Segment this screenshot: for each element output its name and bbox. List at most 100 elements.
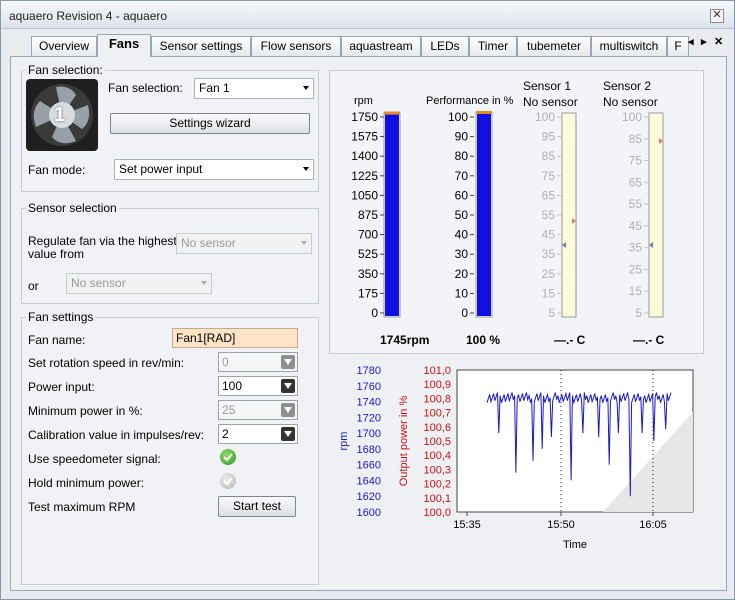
rpm-tick-label: 175 [358,286,378,300]
x-tick-label: 16:05 [639,519,667,531]
checkmark-icon [223,453,233,462]
left-axis-tick-label: 1700 [357,428,381,440]
sensor-selection-group: Sensor selection Regulate fan via the hi… [21,201,319,304]
sensor2-tick-label: 15 [629,284,643,298]
title-bar: aquaero Revision 4 - aquaero ✕ [1,1,734,29]
perf-tick-label: 60 [455,188,469,202]
right-axis-tick-label: 100,5 [423,436,451,448]
perf-tick-label: 10 [455,286,469,300]
tab-scroll-left-icon[interactable]: ◂ [688,35,694,48]
min-power-value: 25 [222,403,236,417]
window-title: aquaero Revision 4 - aquaero [9,9,168,23]
sensor2-tick-label: 55 [629,197,643,211]
sensor-selection-group-label: Sensor selection [26,201,119,215]
sensor1-tick-label: 85 [542,149,556,163]
speedometer-checkbox[interactable] [220,449,236,465]
right-axis-tick-label: 100,8 [423,393,451,405]
rpm-tick-label: 1575 [351,130,378,144]
settings-wizard-button[interactable]: Settings wizard [110,113,310,134]
x-tick-label: 15:35 [453,519,481,531]
spinner-down-icon[interactable] [281,379,295,393]
perf-tick-label: 30 [455,247,469,261]
tab-flow-sensors[interactable]: Flow sensors [251,36,341,56]
sensor-a-value: No sensor [181,236,236,250]
sensor-b-value: No sensor [71,276,126,290]
tab-leds[interactable]: LEDs [421,36,469,56]
fan-settings-group-label: Fan settings [26,310,96,324]
calibration-spinner[interactable]: 2 [218,424,298,444]
rpm-tick-label: 1050 [351,188,378,202]
sensor2-tick-label: 65 [629,175,643,189]
close-icon[interactable]: ✕ [710,9,724,23]
calibration-label: Calibration value in impulses/rev: [28,428,205,442]
sensor2-readout: —.- C [633,333,665,347]
sensor-b-dropdown[interactable]: No sensor [66,273,212,294]
sensor-a-dropdown[interactable]: No sensor [176,233,312,254]
rotation-speed-spinner[interactable]: 0 [218,352,298,372]
fan-mode-dropdown[interactable]: Set power input [114,159,314,180]
left-axis-tick-label: 1760 [357,381,381,393]
chevron-down-icon [201,281,207,285]
rpm-tick-label: 1750 [351,110,378,124]
app-window: aquaero Revision 4 - aquaero ✕ Overview … [0,0,735,600]
tab-timer[interactable]: Timer [469,36,517,56]
perf-tick-label: 90 [455,130,469,144]
tab-aquastream[interactable]: aquastream [341,36,421,56]
rpm-tick-label: 1400 [351,149,378,163]
gauges-panel: 1750 1575 1400 1225 1050 875 700 525 350 175 0 100 9… [329,70,704,354]
tab-overview[interactable]: Overview [31,36,97,56]
perf-tick-label: 70 [455,169,469,183]
tab-close-icon[interactable]: ✕ [714,35,723,48]
rotation-speed-value: 0 [222,355,229,369]
tab-scroll-right-icon[interactable]: ▸ [701,35,707,48]
min-power-spinner[interactable]: 25 [218,400,298,420]
right-axis-tick-label: 100,4 [423,450,451,462]
sensor1-tick-label: 75 [542,169,556,183]
left-axis-tick-label: 1620 [357,491,381,503]
spinner-down-icon[interactable] [281,355,295,369]
tab-f[interactable]: F [667,36,689,56]
perf-tick-label: 80 [455,149,469,163]
tab-multiswitch[interactable]: multiswitch [591,36,667,56]
fan-settings-group: Fan settings Fan name: Fan1[RAD] Set rot… [21,310,319,585]
fan-name-field[interactable]: Fan1[RAD] [172,328,298,348]
fan-name-label: Fan name: [28,333,86,347]
fan-selection-dropdown[interactable]: Fan 1 [194,78,314,99]
fan-selection-label: Fan selection: [108,81,183,95]
left-axis-tick-label: 1680 [357,444,381,456]
rpm-tick-label: 525 [358,247,378,261]
tab-sensor-settings[interactable]: Sensor settings [151,36,251,56]
right-axis-tick-label: 100,3 [423,464,451,476]
or-label: or [28,279,39,293]
sensor1-status: No sensor [523,95,578,109]
sensor1-tick-label: 55 [542,208,556,222]
start-test-button[interactable]: Start test [218,496,296,517]
hold-min-power-checkbox[interactable] [220,473,236,489]
rpm-tick-label: 350 [358,267,378,281]
fan-badge-number: 1 [54,104,66,126]
sensor2-header: Sensor 2 [603,79,652,93]
left-axis-tick-label: 1640 [357,475,381,487]
fan-mode-value: Set power input [119,162,203,176]
sensor1-readout: —.- C [554,333,586,347]
rotation-speed-label: Set rotation speed in rev/min: [28,356,185,370]
chevron-down-icon [303,167,309,171]
right-axis-tick-label: 100,7 [423,408,451,420]
test-max-rpm-label: Test maximum RPM [28,500,136,514]
calibration-value: 2 [222,427,229,441]
history-chart-svg: 1780 1760 1740 1720 1700 1680 1660 1640 1620 1600… [338,365,694,551]
power-input-spinner[interactable]: 100 [218,376,298,396]
spinner-down-icon[interactable] [281,427,295,441]
x-tick-label: 15:50 [547,519,575,531]
left-axis-tick-label: 1660 [357,460,381,472]
gauges-svg: 1750157514001225105087570052535017501009… [351,110,664,320]
left-axis-tick-label: 1780 [357,365,381,377]
fan-selection-value: Fan 1 [199,81,230,95]
spinner-down-icon[interactable] [281,403,295,417]
tab-fans[interactable]: Fans [97,34,151,57]
tab-tubemeter[interactable]: tubemeter [517,36,591,56]
chevron-down-icon [301,241,307,245]
sensor2-tick-label: 5 [635,306,642,320]
perf-tick-label: 40 [455,228,469,242]
perf-tick-label: 20 [455,267,469,281]
